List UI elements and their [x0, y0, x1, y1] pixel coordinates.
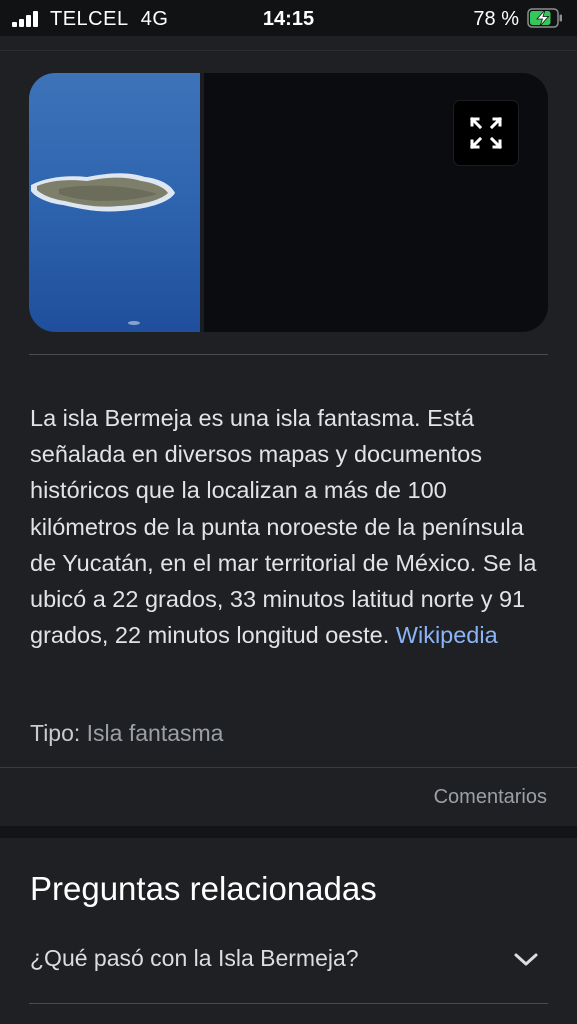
question-divider [29, 1003, 548, 1004]
header-divider [0, 50, 577, 51]
status-bar: TELCEL 4G 14:15 78 % [0, 0, 577, 36]
section-separator [0, 826, 577, 838]
entity-description: La isla Bermeja es una isla fantasma. Es… [30, 400, 552, 653]
media-separator [200, 73, 204, 332]
battery-charging-icon [527, 8, 562, 28]
expand-button[interactable] [454, 101, 518, 165]
entity-type: Tipo: Isla fantasma [30, 720, 223, 747]
feedback-divider [0, 767, 577, 768]
type-value: Isla fantasma [86, 720, 224, 746]
description-text: La isla Bermeja es una isla fantasma. Es… [30, 405, 537, 649]
island-photo[interactable] [29, 73, 200, 332]
expand-icon [469, 116, 503, 150]
chevron-down-icon[interactable] [512, 950, 540, 970]
type-label: Tipo: [30, 720, 81, 746]
feedback-link[interactable]: Comentarios [434, 786, 547, 809]
battery-percent: 78 % [473, 8, 519, 30]
related-questions-title: Preguntas relacionadas [30, 870, 377, 907]
wikipedia-link[interactable]: Wikipedia [396, 622, 498, 648]
media-divider [29, 354, 548, 355]
knowledge-panel-media[interactable] [29, 73, 548, 332]
related-question-item[interactable]: ¿Qué pasó con la Isla Bermeja? [30, 945, 359, 972]
